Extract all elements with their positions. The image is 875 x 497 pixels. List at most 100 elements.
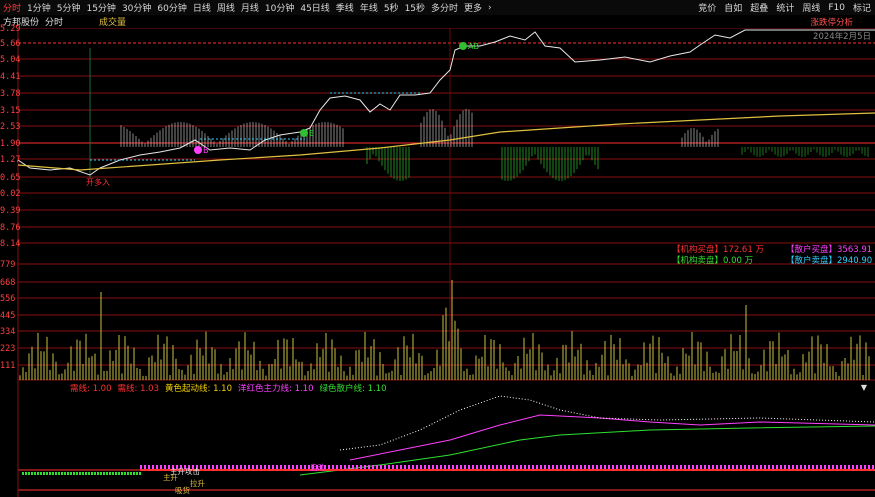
price-tick: 0.02 (0, 189, 21, 199)
green-block (37, 472, 39, 475)
green-block (31, 472, 33, 475)
period-tab-2[interactable]: 5分钟 (54, 1, 84, 14)
price-tick: 5.29 (0, 24, 21, 34)
toolbar-right-4[interactable]: 周线 (798, 1, 824, 14)
toolbar-right-3[interactable]: 统计 (772, 1, 798, 14)
volume-tick: 779 (0, 260, 16, 270)
green-block (100, 472, 102, 475)
period-tab-4[interactable]: 30分钟 (119, 1, 154, 14)
green-block (46, 472, 48, 475)
indicator-tag: 拉升 (190, 478, 205, 488)
green-block (97, 472, 99, 475)
green-block (52, 472, 54, 475)
period-tab-7[interactable]: 周线 (214, 1, 238, 14)
period-tab-8[interactable]: 月线 (238, 1, 262, 14)
mark-e-dot (300, 129, 308, 137)
magenta-line (349, 414, 875, 461)
period-tab-5[interactable]: 60分钟 (154, 1, 189, 14)
indicator-title[interactable]: 涨跌停分析 (810, 16, 853, 28)
average-line (17, 112, 875, 171)
green-block (112, 472, 114, 475)
chart-subbar: 方邦股份 分时 成交量 (0, 15, 875, 28)
period-tab-14[interactable]: 15秒 (402, 1, 428, 14)
green-block (82, 472, 84, 475)
indicator-legend-item: 黄色起动线: 1.10 (165, 384, 232, 394)
green-block (64, 472, 66, 475)
toolbar-right-2[interactable]: 超叠 (746, 1, 772, 14)
indicator-legend-item: 绿色散户线: 1.10 (319, 384, 387, 394)
green-block (118, 472, 120, 475)
price-tick: 1.27 (0, 155, 21, 165)
green-block (58, 472, 60, 475)
volume-label: 成交量 (99, 18, 127, 28)
period-tab-16[interactable]: 更多 (461, 1, 485, 14)
mark-e: E (309, 129, 314, 138)
green-block (28, 472, 30, 475)
price-tick: 0.65 (0, 173, 21, 183)
green-block (130, 472, 132, 475)
green-block (94, 472, 96, 475)
price-tick: 2.53 (0, 122, 21, 132)
green-block (43, 472, 45, 475)
indicator-tag: 吸货 (175, 485, 190, 495)
green-block (85, 472, 87, 475)
price-tick: 8.76 (0, 223, 21, 233)
mark-ab-dot (459, 42, 467, 50)
indicator-legend: 需线: 1.00 需线: 1.03 黄色起动线: 1.10 洋红色主力线: 1.10 绿… (70, 382, 393, 394)
green-block (109, 472, 111, 475)
green-block (124, 472, 126, 475)
volume-tick: 445 (0, 311, 16, 321)
period-tab-13[interactable]: 5秒 (381, 1, 402, 14)
price-tick: 8.14 (0, 239, 21, 249)
price-tick: 9.39 (0, 206, 21, 216)
green-block (25, 472, 27, 475)
period-tab-12[interactable]: 年线 (357, 1, 381, 14)
toolbar-right-0[interactable]: 竞价 (694, 1, 720, 14)
collapse-arrow-icon[interactable]: ▼ (861, 383, 867, 392)
period-tab-0[interactable]: 分时 (0, 1, 24, 14)
price-tick: 1.90 (0, 139, 21, 149)
green-block (133, 472, 135, 475)
price-tick: 5.66 (0, 39, 21, 49)
volume-tick: 111 (0, 361, 16, 371)
period-tab-15[interactable]: 多分时 (428, 1, 461, 14)
volume-tick: 223 (0, 344, 16, 354)
indicator-tag: 主升 (163, 472, 178, 482)
retail-sell-legend: 【散户卖盘】2940.90 万 (786, 256, 875, 266)
indicator-legend-item: 洋红色主力线: 1.10 (238, 384, 314, 394)
green-block (76, 472, 78, 475)
period-tab-3[interactable]: 15分钟 (83, 1, 118, 14)
period-tab-6[interactable]: 日线 (190, 1, 214, 14)
period-tab-1[interactable]: 1分钟 (24, 1, 54, 14)
green-block (55, 472, 57, 475)
green-block (79, 472, 81, 475)
green-block (106, 472, 108, 475)
mark-b-dot (194, 146, 202, 154)
price-line (17, 29, 875, 176)
green-block (73, 472, 75, 475)
green-block (91, 472, 93, 475)
inst-sell-legend: 【机构卖盘】0.00 万 (672, 256, 754, 266)
period-tab-9[interactable]: 10分钟 (262, 1, 297, 14)
mark-ab: AB (468, 42, 479, 51)
period-tab-10[interactable]: 45日线 (297, 1, 332, 14)
price-tick: 5.04 (0, 55, 21, 65)
chevron-right-icon[interactable]: › (485, 3, 495, 13)
green-block (115, 472, 117, 475)
toolbar-right-1[interactable]: 自如 (720, 1, 746, 14)
green-block (22, 472, 24, 475)
indicator-legend-item: 需线: 1.00 (70, 384, 112, 394)
green-block (121, 472, 123, 475)
indicator-tag: 启动 (310, 462, 325, 472)
buy-signal: 开多入 (86, 177, 110, 187)
toolbar-right-5[interactable]: F10 (824, 3, 849, 13)
mark-b: B (203, 146, 209, 155)
mode-label[interactable]: 分时 (42, 15, 66, 28)
green-block (70, 472, 72, 475)
volume-tick: 668 (0, 278, 16, 288)
toolbar-right-6[interactable]: 标记 (849, 1, 875, 14)
period-tab-11[interactable]: 季线 (333, 1, 357, 14)
green-block (136, 472, 138, 475)
green-block (49, 472, 51, 475)
price-tick: 4.41 (0, 72, 21, 82)
